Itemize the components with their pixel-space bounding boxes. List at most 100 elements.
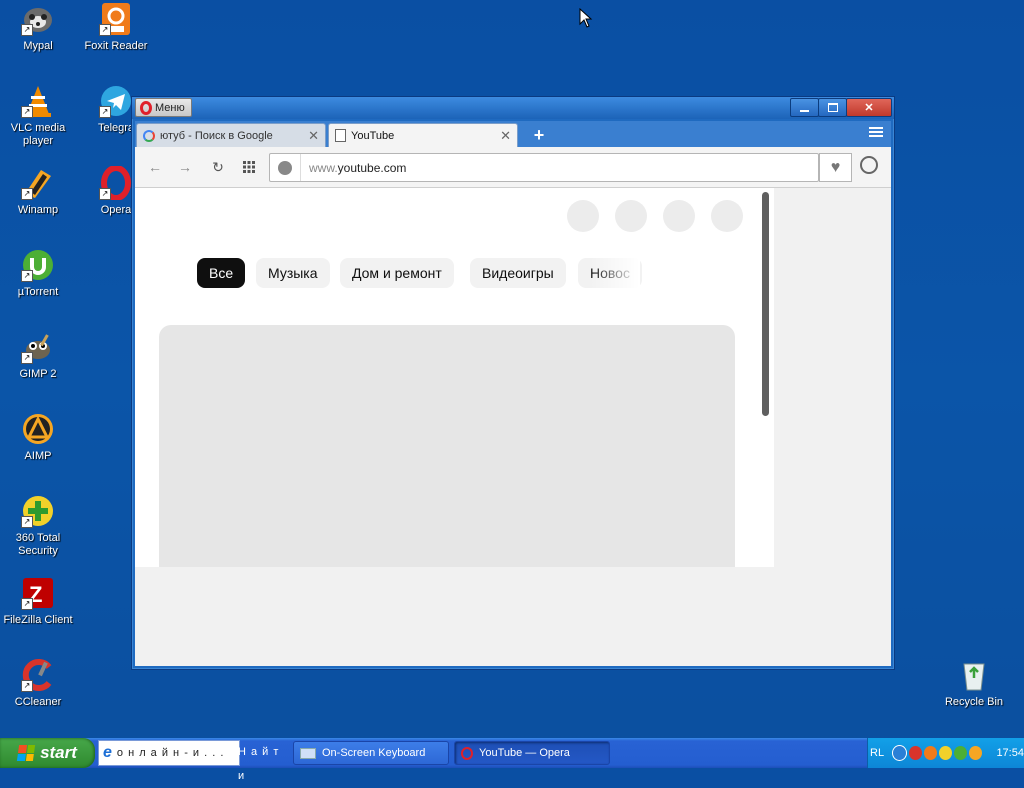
header-placeholder-circle — [615, 200, 647, 232]
desktop-icon-ccleaner[interactable]: ↗ CCleaner — [0, 658, 76, 709]
chip-video-games[interactable]: Видеоигры — [470, 258, 566, 288]
close-icon: ✕ — [864, 102, 874, 114]
desktop-icon-label: CCleaner — [14, 696, 62, 708]
mouse-cursor-icon — [579, 8, 593, 28]
keyboard-icon — [300, 747, 316, 759]
desktop-icon-360-total-security[interactable]: ↗ 360 Total Security — [0, 494, 76, 558]
shortcut-arrow-icon: ↗ — [21, 598, 33, 610]
foxit-reader-icon: ↗ — [99, 2, 133, 36]
desktop-icon-label: Recycle Bin — [944, 696, 1004, 708]
new-tab-button[interactable]: + — [529, 125, 549, 145]
video-thumbnail-placeholder — [159, 325, 735, 567]
back-button[interactable]: ← — [145, 157, 165, 177]
header-placeholder-circle — [567, 200, 599, 232]
speed-dial-button[interactable] — [239, 157, 259, 177]
tray-expand-icon[interactable] — [892, 745, 908, 761]
chip-music[interactable]: Музыка — [256, 258, 330, 288]
minimize-button[interactable] — [790, 98, 819, 117]
tab-youtube[interactable]: YouTube ✕ — [328, 123, 518, 147]
ccleaner-tray-icon[interactable] — [909, 746, 923, 760]
chip-overflow-fade — [590, 258, 640, 288]
vlc-cone-icon: ↗ — [21, 84, 55, 118]
aimp-icon — [21, 412, 55, 446]
desktop-icon-label: VLC media player — [10, 122, 66, 147]
desktop-icon-utorrent[interactable]: ↗ µTorrent — [0, 248, 76, 299]
maximize-button[interactable] — [818, 98, 847, 117]
shortcut-arrow-icon: ↗ — [21, 516, 33, 528]
desktop-icon-label: Mypal — [23, 40, 53, 52]
ccleaner-icon: ↗ — [21, 658, 55, 692]
desktop-icon-mypal[interactable]: ↗ Mypal — [0, 2, 76, 53]
chip-all[interactable]: Все — [197, 258, 246, 288]
shortcut-arrow-icon: ↗ — [99, 24, 111, 36]
address-bar[interactable]: www. youtube.com — [269, 153, 819, 182]
desktop-icon-vlc[interactable]: ↗ VLC media player — [0, 84, 76, 148]
youtube-page: Все Музыка Дом и ремонт Видеоигры Новос — [135, 188, 774, 567]
url-host: youtube.com — [337, 160, 407, 175]
start-button[interactable]: start — [0, 738, 95, 768]
heart-icon: ♥ — [830, 158, 841, 176]
chip-home-repair[interactable]: Дом и ремонт — [340, 258, 454, 288]
bookmark-heart-button[interactable]: ♥ — [819, 153, 852, 182]
start-label: start — [40, 743, 77, 762]
page-icon — [335, 129, 346, 142]
desktop-icon-winamp[interactable]: ↗ Winamp — [0, 166, 76, 217]
quicklaunch-find-label[interactable]: Н а й т и — [238, 740, 290, 782]
account-icon[interactable] — [860, 156, 878, 174]
internet-explorer-icon: e — [103, 744, 113, 761]
close-window-button[interactable]: ✕ — [846, 98, 892, 117]
reload-button[interactable]: ↻ — [208, 157, 228, 177]
task-label: On-Screen Keyboard — [322, 747, 426, 759]
desktop-icon-label: AIMP — [24, 450, 52, 462]
forward-button[interactable]: → — [175, 157, 195, 177]
taskbar: start e о н л а й н - и . . . Н а й т и … — [0, 738, 1024, 782]
360-security-icon: ↗ — [21, 494, 55, 528]
opera-menu-button[interactable]: Меню — [135, 98, 192, 117]
tab-google-search[interactable]: ютуб - Поиск в Google ✕ — [136, 123, 326, 147]
tab-close-icon[interactable]: ✕ — [500, 128, 511, 144]
tab-menu-icon[interactable] — [869, 127, 883, 139]
tab-title: YouTube — [351, 129, 395, 142]
maximize-icon — [827, 103, 838, 112]
desktop-icon-foxit-reader[interactable]: ↗ Foxit Reader — [78, 2, 154, 53]
desktop-icon-label: Foxit Reader — [84, 40, 148, 52]
shortcut-arrow-icon: ↗ — [21, 352, 33, 364]
mypal-icon: ↗ — [21, 2, 55, 36]
desktop-icon-gimp[interactable]: ↗ GIMP 2 — [0, 330, 76, 381]
tab-strip: ютуб - Поиск в Google ✕ YouTube ✕ + — [135, 121, 891, 147]
telegram-icon: ↗ — [99, 84, 133, 118]
shortcut-arrow-icon: ↗ — [99, 106, 111, 118]
system-tray: RL 17:54 — [867, 738, 1024, 768]
google-icon — [143, 129, 155, 142]
header-placeholder-circle — [711, 200, 743, 232]
window-titlebar[interactable]: Меню ✕ — [132, 97, 894, 119]
quicklaunch-text: о н л а й н - и . . . — [116, 747, 225, 759]
language-indicator[interactable]: RL — [870, 747, 884, 759]
site-info-globe-icon[interactable] — [278, 160, 292, 175]
clock[interactable]: 17:54 — [996, 747, 1024, 759]
desktop-icon-label: µTorrent — [17, 286, 59, 298]
desktop-icon-label: Winamp — [17, 204, 59, 216]
360-security-tray-icon[interactable] — [939, 746, 953, 760]
menu-label: Меню — [155, 101, 185, 114]
tray-app-icon[interactable] — [924, 746, 938, 760]
opera-browser-window: Меню ✕ ютуб - Поиск в Google ✕ YouTube ✕… — [131, 96, 895, 670]
desktop-icon-recycle-bin[interactable]: Recycle Bin — [936, 658, 1012, 709]
desktop-icon-filezilla[interactable]: Z ↗ FileZilla Client — [0, 576, 76, 627]
task-on-screen-keyboard[interactable]: On-Screen Keyboard — [293, 741, 449, 765]
opera-icon: ↗ — [99, 165, 133, 201]
shortcut-arrow-icon: ↗ — [21, 106, 33, 118]
reload-icon: ↻ — [212, 159, 224, 175]
winamp-tray-icon[interactable] — [969, 746, 983, 760]
tab-close-icon[interactable]: ✕ — [308, 128, 319, 144]
desktop-icon-aimp[interactable]: AIMP — [0, 412, 76, 463]
page-scrollbar[interactable] — [762, 192, 769, 416]
shortcut-arrow-icon: ↗ — [99, 188, 111, 200]
task-label: YouTube — Opera — [479, 747, 570, 759]
shortcut-arrow-icon: ↗ — [21, 270, 33, 282]
task-youtube-opera[interactable]: YouTube — Opera — [454, 741, 610, 765]
gimp-icon: ↗ — [21, 330, 55, 364]
quicklaunch-address-box[interactable]: e о н л а й н - и . . . — [98, 740, 240, 766]
utorrent-tray-icon[interactable] — [954, 746, 968, 760]
desktop-icon-label: FileZilla Client — [3, 614, 73, 626]
